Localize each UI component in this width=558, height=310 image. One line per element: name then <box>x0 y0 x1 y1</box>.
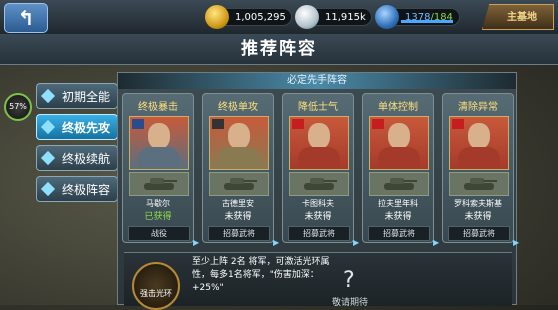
sidebar-item-label: 终极先攻 <box>61 121 110 135</box>
general-status: 未获得 <box>224 212 252 222</box>
page-title: 推荐阵容 <box>0 34 558 65</box>
diamond-icon <box>40 181 56 197</box>
energy-bar <box>401 20 453 23</box>
general-card[interactable]: 终极单攻古德里安未获得招募武将 <box>202 93 274 243</box>
general-name: 马歇尔 <box>146 199 170 208</box>
back-button[interactable]: ↰ <box>4 3 48 33</box>
general-name: 卡图科夫 <box>302 199 334 208</box>
flag-icon <box>132 119 144 129</box>
portrait-face <box>148 123 170 149</box>
card-action-button[interactable]: 招募武将 <box>288 226 350 241</box>
gold-counter: 1,005,295 <box>205 5 292 29</box>
tank-icon <box>449 172 509 196</box>
chevron-right-icon: ▶ <box>513 238 520 247</box>
flag-icon <box>292 119 304 129</box>
general-status: 未获得 <box>304 212 332 222</box>
energy-counter: 1378/184 <box>375 5 460 29</box>
sidebar-item-ultimate[interactable]: 终极阵容 <box>36 176 118 202</box>
aura-description: 至少上阵 2名 将军，可激活光环属性，每多1名将军，"伤害加深：+25%" <box>192 257 330 293</box>
silver-coin-icon <box>295 5 319 29</box>
portrait-uniform <box>458 147 500 169</box>
diamond-icon <box>40 88 56 104</box>
flag-icon <box>212 119 224 129</box>
general-name: 拉夫里年科 <box>378 199 418 208</box>
general-status: 未获得 <box>464 212 492 222</box>
aura-label: 强击光环 <box>140 289 172 298</box>
general-status: 已获得 <box>144 212 172 222</box>
general-portrait <box>449 116 509 170</box>
general-status: 未获得 <box>384 212 412 222</box>
top-bar: ↰ 1,005,295 11,915k 1378/184 主基地 <box>0 0 558 35</box>
chevron-right-icon: ▶ <box>193 238 200 247</box>
portrait-face <box>308 123 330 149</box>
diamond-icon <box>40 119 56 135</box>
tank-icon <box>289 172 349 196</box>
tank-icon <box>129 172 189 196</box>
portrait-face <box>468 123 490 149</box>
sidebar-item-first-strike[interactable]: 终极先攻 <box>36 114 118 140</box>
general-name: 古德里安 <box>222 199 254 208</box>
card-category: 单体控制 <box>378 102 418 113</box>
energy-icon <box>375 5 399 29</box>
question-mark-icon: ? <box>343 268 355 293</box>
portrait-uniform <box>378 147 420 169</box>
gold-value: 1,005,295 <box>235 12 286 23</box>
gold-coin-icon <box>205 5 229 29</box>
silver-counter: 11,915k <box>295 5 372 29</box>
diamond-icon <box>40 150 56 166</box>
card-category: 终极单攻 <box>218 102 258 113</box>
progress-percent: 57% <box>4 93 32 121</box>
portrait-uniform <box>298 147 340 169</box>
general-card[interactable]: 单体控制拉夫里年科未获得招募武将 <box>362 93 434 243</box>
card-action-button[interactable]: 招募武将 <box>368 226 430 241</box>
card-action-button[interactable]: 招募武将 <box>448 226 510 241</box>
sidebar-item-early[interactable]: 初期全能 <box>36 83 118 109</box>
chevron-right-icon: ▶ <box>353 238 360 247</box>
general-card[interactable]: 清除异常罗科索夫斯基 未获得招募武将 <box>442 93 514 243</box>
portrait-face <box>228 123 250 149</box>
aura-icon[interactable] <box>132 262 180 310</box>
chevron-right-icon: ▶ <box>433 238 440 247</box>
card-category: 终极暴击 <box>138 102 178 113</box>
general-card[interactable]: 降低士气卡图科夫未获得招募武将 <box>282 93 354 243</box>
general-card[interactable]: 终极暴击马歇尔已获得战役 <box>122 93 194 243</box>
flag-icon <box>452 119 464 129</box>
general-portrait <box>129 116 189 170</box>
card-action-button[interactable]: 战役 <box>128 226 190 241</box>
card-action-button[interactable]: 招募武将 <box>208 226 270 241</box>
sidebar-item-label: 终极续航 <box>61 152 110 166</box>
panel-title: 必定先手阵容 <box>118 73 516 89</box>
tank-icon <box>209 172 269 196</box>
coming-soon-label: 敬请期待 <box>332 298 369 308</box>
portrait-face <box>388 123 410 149</box>
silver-value: 11,915k <box>325 12 366 23</box>
general-name: 罗科索夫斯基 <box>454 199 502 208</box>
back-arrow-icon: ↰ <box>17 6 35 30</box>
general-portrait <box>289 116 349 170</box>
card-category: 清除异常 <box>458 102 498 113</box>
main-base-button[interactable]: 主基地 <box>482 4 554 30</box>
card-category: 降低士气 <box>298 102 338 113</box>
sidebar-item-label: 终极阵容 <box>61 183 110 197</box>
chevron-right-icon: ▶ <box>273 238 280 247</box>
tank-icon <box>369 172 429 196</box>
general-portrait <box>209 116 269 170</box>
energy-bar-fill <box>401 20 453 23</box>
main-base-label: 主基地 <box>507 12 537 23</box>
portrait-uniform <box>138 147 180 169</box>
portrait-uniform <box>218 147 260 169</box>
sidebar-item-endurance[interactable]: 终极续航 <box>36 145 118 171</box>
flag-icon <box>372 119 384 129</box>
sidebar-item-label: 初期全能 <box>61 90 110 104</box>
general-portrait <box>369 116 429 170</box>
